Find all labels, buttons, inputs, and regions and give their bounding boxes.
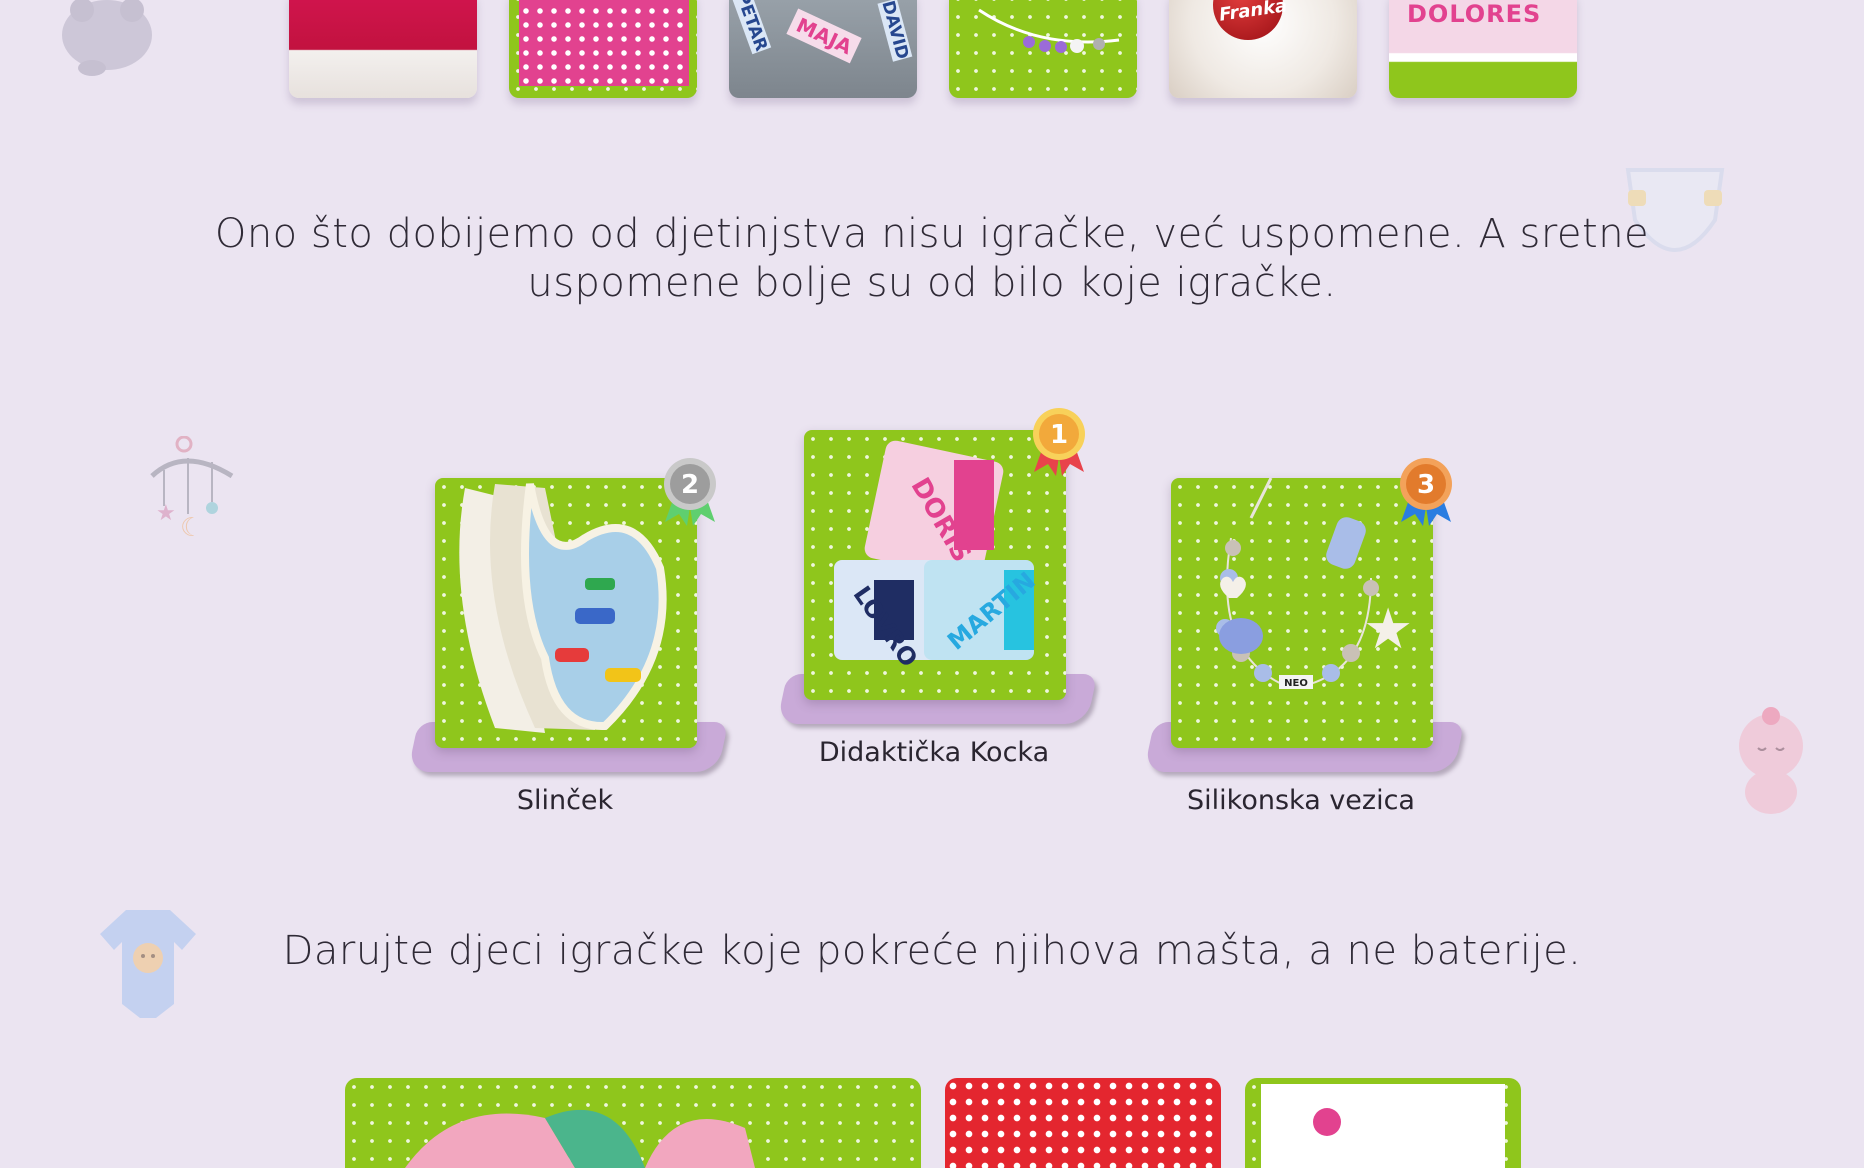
product-card-red-dots-fabric[interactable] [945, 1078, 1221, 1168]
thumbnail-pacifier-clip[interactable] [949, 0, 1137, 98]
frame-name: DOLORES [1407, 0, 1542, 28]
bronze-medal-icon: 3 [1397, 456, 1455, 532]
gold-medal-icon: 1 [1030, 406, 1088, 482]
baby-mobile-icon: ★ ☾ [144, 436, 240, 546]
product-photo-slincek[interactable] [435, 478, 697, 748]
product-photo-didakticka-kocka[interactable]: DORIS LOVRO MARTIN [804, 430, 1066, 700]
hippo-icon [52, 0, 162, 80]
bead-letters: NEO [1284, 678, 1308, 689]
thumbnail-name-cubes[interactable]: PETAR MAJA DAVID [729, 0, 917, 98]
quote-line-1: Ono što dobijemo od djetinjstva nisu igr… [214, 211, 1650, 257]
medal-rank: 3 [1417, 470, 1435, 500]
cube-label-right: DAVID [877, 0, 913, 62]
product-photo-silikonska-vezica[interactable]: NEO ★ [1171, 478, 1433, 748]
silver-medal-icon: 2 [661, 456, 719, 532]
thumbnail-name-frame[interactable]: DOLORES [1389, 0, 1577, 98]
cube-label-center: MAJA [786, 8, 862, 64]
gallery-thumbnail-row: PETAR MAJA DAVID Franka DOLORES [289, 0, 1577, 98]
svg-text:☾: ☾ [180, 513, 203, 543]
product-name-didakticka-kocka[interactable]: Didaktička Kocka [774, 737, 1094, 768]
podium-first-place[interactable]: DORIS LOVRO MARTIN 1 Didaktička Kocka [774, 402, 1098, 782]
baby-doll-icon [1728, 706, 1814, 816]
thumbnail-santa-hat[interactable] [289, 0, 477, 98]
podium-second-place[interactable]: 2 Slinček [405, 450, 729, 830]
thumbnail-christmas-ornament[interactable]: Franka [1169, 0, 1357, 98]
product-card-minnie-frame[interactable] [1245, 1078, 1521, 1168]
thumbnail-pink-dots-fabric[interactable] [509, 0, 697, 98]
svg-text:★: ★ [156, 501, 176, 526]
product-name-silikonska-vezica[interactable]: Silikonska vezica [1141, 785, 1461, 816]
product-card-hair-bow[interactable] [345, 1078, 921, 1168]
podium-third-place[interactable]: NEO ★ 3 Silikonska vezica [1141, 450, 1465, 830]
quote-childhood-memories: Ono što dobijemo od djetinjstva nisu igr… [0, 210, 1864, 308]
medal-rank: 1 [1050, 420, 1068, 450]
cube-label-left: PETAR [731, 0, 772, 54]
product-name-slincek[interactable]: Slinček [405, 785, 725, 816]
medal-rank: 2 [681, 470, 699, 500]
quote-imagination: Darujte djeci igračke koje pokreće njiho… [282, 928, 1582, 974]
svg-text:★: ★ [1363, 597, 1413, 662]
quote-line-2: uspomene bolje su od bilo koje igračke. [527, 260, 1337, 306]
